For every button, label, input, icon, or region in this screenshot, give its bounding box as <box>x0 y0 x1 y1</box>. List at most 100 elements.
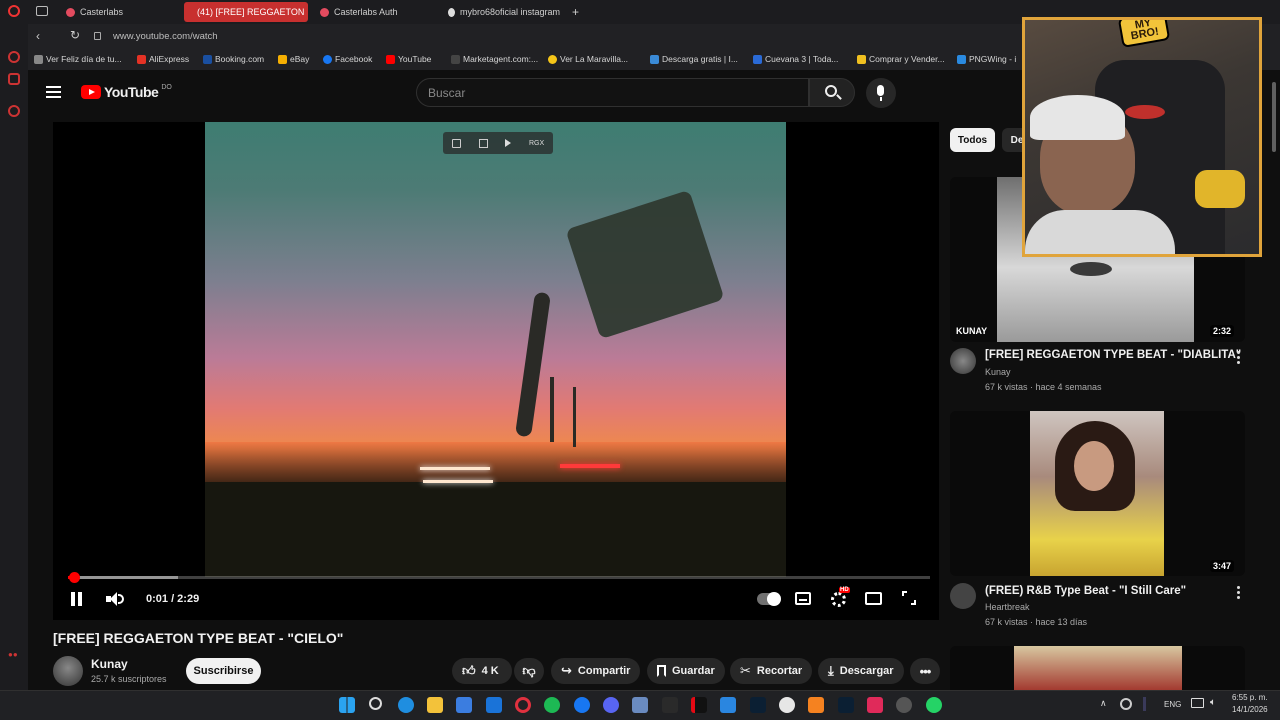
settings-button[interactable]: HD <box>831 587 850 607</box>
opera-logo-icon[interactable] <box>8 5 20 17</box>
app-icon[interactable] <box>896 697 912 713</box>
share-button[interactable]: ↪ Compartir <box>551 658 641 684</box>
bookmark-item[interactable]: Ver Feliz día de tu... <box>34 54 122 64</box>
search-button[interactable] <box>809 78 855 107</box>
bookmark-item[interactable]: PNGWing - i <box>957 54 1016 64</box>
tray-app-icon[interactable] <box>1120 698 1132 710</box>
fullscreen-button[interactable] <box>902 591 916 605</box>
netflix-icon[interactable] <box>691 697 707 713</box>
recommendation-thumbnail[interactable] <box>950 646 1245 690</box>
url-field[interactable]: www.youtube.com/watch <box>113 31 218 42</box>
search-input[interactable] <box>417 79 808 106</box>
tab-youtube[interactable]: (41) [FREE] REGGAETON <box>184 2 308 22</box>
clip-button[interactable]: ✂ Recortar <box>730 658 813 684</box>
lightroom-icon[interactable] <box>750 697 766 713</box>
file-explorer-icon[interactable] <box>427 697 443 713</box>
instagram-icon[interactable] <box>8 73 20 85</box>
recommendation-channel[interactable]: Kunay <box>985 367 1011 377</box>
photoshop-icon[interactable] <box>838 697 854 713</box>
overlay-label[interactable]: RGX <box>529 140 544 147</box>
language-indicator[interactable]: ENG <box>1164 700 1181 709</box>
progress-bar[interactable] <box>68 576 930 579</box>
bookmark-item[interactable]: Cuevana 3 | Toda... <box>753 54 838 64</box>
recommendation-channel[interactable]: Heartbreak <box>985 602 1030 612</box>
bookmark-item[interactable]: YouTube <box>386 54 431 64</box>
subtitles-button[interactable] <box>795 592 811 605</box>
facebook-icon <box>323 54 332 64</box>
copy-icon[interactable] <box>451 138 461 148</box>
recommendation-thumbnail[interactable] <box>950 411 1245 576</box>
youtube-logo[interactable]: YouTube DO <box>81 84 172 100</box>
clock-time[interactable]: 6:55 p. m. <box>1232 693 1268 702</box>
tab-overview-icon[interactable] <box>36 6 48 16</box>
app-icon[interactable] <box>720 697 736 713</box>
facebook-icon[interactable] <box>574 697 590 713</box>
next-icon[interactable] <box>505 139 512 147</box>
windows-start-icon[interactable] <box>339 697 355 713</box>
channel-avatar[interactable] <box>950 348 976 374</box>
download-button[interactable]: ⤓ Descargar <box>818 658 904 684</box>
duration-badge: 3:47 <box>1210 560 1235 572</box>
epic-games-icon[interactable] <box>662 697 678 713</box>
clock-date[interactable]: 14/1/2026 <box>1232 705 1268 714</box>
tab-label: mybro68oficial instagram <box>459 7 560 17</box>
reload-icon[interactable]: ↻ <box>70 28 80 42</box>
new-tab-button[interactable]: + <box>564 2 584 22</box>
bookmark-item[interactable]: Facebook <box>323 54 372 64</box>
edge-icon[interactable] <box>398 697 414 713</box>
video-frame[interactable]: RGX <box>205 122 786 577</box>
subscribe-button[interactable]: Suscribirse <box>186 658 261 684</box>
tray-chevron-icon[interactable]: ∧ <box>1100 698 1107 709</box>
messenger-icon[interactable] <box>8 51 20 63</box>
channel-name[interactable]: Kunay <box>91 657 128 671</box>
bookmark-item[interactable]: Descarga gratis | I... <box>650 54 738 64</box>
scissors-icon: ✂ <box>740 663 751 678</box>
more-vertical-icon[interactable] <box>1237 351 1240 366</box>
tab-instagram[interactable]: mybro68oficial instagram <box>440 2 568 22</box>
volume-icon[interactable]: 🔈︎ <box>1210 697 1216 708</box>
voice-search-button[interactable] <box>866 78 896 108</box>
recommendation-title[interactable]: [FREE] REGGAETON TYPE BEAT - "DIABLITA" <box>985 349 1241 361</box>
back-icon[interactable]: ‹ <box>36 29 40 43</box>
volume-button[interactable] <box>106 592 124 606</box>
spotify-icon[interactable] <box>544 697 560 713</box>
channel-avatar[interactable] <box>950 583 976 609</box>
bookmark-icon <box>34 54 43 64</box>
bookmark-item[interactable]: Comprar y Vender... <box>857 54 945 64</box>
autoplay-toggle[interactable] <box>757 592 781 606</box>
like-button[interactable]: 👍︎ 4 K <box>452 658 512 684</box>
vlc-icon[interactable] <box>808 697 824 713</box>
page-scrollbar[interactable] <box>1272 82 1276 152</box>
mail-icon[interactable] <box>486 697 502 713</box>
sidebar-more-icon[interactable]: ●● <box>8 650 20 659</box>
more-actions-button[interactable]: ••• <box>910 658 940 684</box>
history-icon[interactable] <box>8 105 20 117</box>
bookmark-item[interactable]: AliExpress <box>137 54 189 64</box>
bookmark-item[interactable]: Marketagent.com:... <box>451 54 538 64</box>
store-icon[interactable] <box>456 697 472 713</box>
whatsapp-icon[interactable] <box>779 697 795 713</box>
bookmark-item[interactable]: Ver La Maravilla... <box>548 54 628 64</box>
whatsapp-icon[interactable] <box>926 697 942 713</box>
tab-casterlabs[interactable]: Casterlabs <box>58 2 176 22</box>
recommendation-title[interactable]: (FREE) R&B Type Beat - "I Still Care" <box>985 585 1186 597</box>
dislike-button[interactable]: 👎︎ <box>514 658 544 684</box>
save-button[interactable]: Guardar <box>647 658 725 684</box>
opera-icon[interactable] <box>515 697 531 713</box>
tray-pen-icon[interactable] <box>1143 697 1146 711</box>
app-icon[interactable] <box>632 697 648 713</box>
more-vertical-icon[interactable] <box>1237 586 1240 601</box>
chip-all[interactable]: Todos <box>950 128 995 152</box>
pause-button[interactable] <box>70 592 84 606</box>
search-icon[interactable] <box>369 697 382 710</box>
tab-casterlabs-auth[interactable]: Casterlabs Auth <box>312 2 436 22</box>
channel-avatar[interactable] <box>53 656 83 686</box>
menu-icon[interactable] <box>46 86 61 98</box>
tiktok-icon[interactable] <box>867 697 883 713</box>
discord-icon[interactable] <box>603 697 619 713</box>
pip-icon[interactable] <box>478 138 488 148</box>
bookmark-item[interactable]: Booking.com <box>203 54 264 64</box>
theater-mode-button[interactable] <box>865 592 882 605</box>
network-icon[interactable] <box>1191 698 1204 708</box>
bookmark-item[interactable]: eBay <box>278 54 309 64</box>
